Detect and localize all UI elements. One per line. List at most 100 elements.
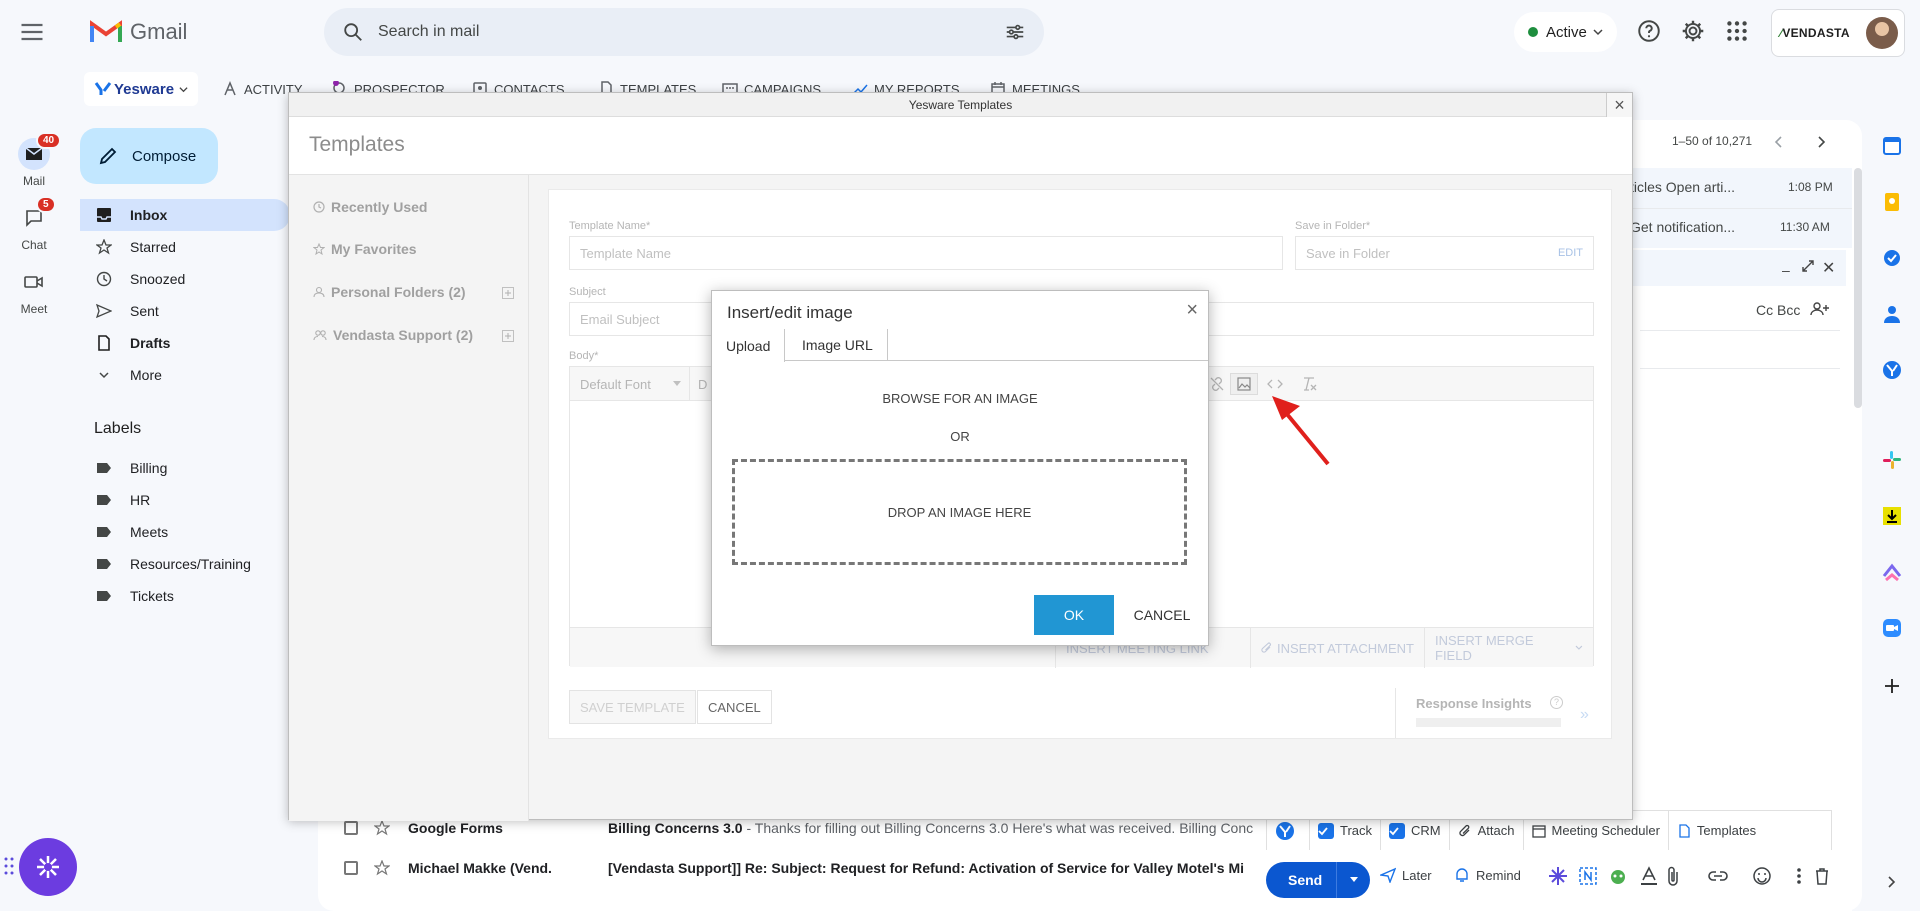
font-select[interactable]: Default Font (570, 367, 690, 401)
font-size-select[interactable]: D (698, 367, 707, 401)
tab-image-url[interactable]: Image URL (788, 329, 888, 361)
track-checkbox[interactable] (1318, 822, 1334, 839)
unlink-icon[interactable] (1208, 375, 1226, 393)
help-icon[interactable] (1636, 18, 1662, 44)
yesware-brand: Yesware (114, 80, 175, 98)
prev-page-icon[interactable] (1772, 134, 1786, 150)
ok-button[interactable]: OK (1034, 595, 1114, 635)
download-icon[interactable] (1882, 506, 1906, 530)
search-input[interactable]: Search in mail (378, 23, 1004, 41)
calendar-icon[interactable] (1882, 136, 1906, 160)
link-icon[interactable] (1708, 868, 1728, 884)
template-name-input[interactable]: Template Name (569, 236, 1283, 270)
add-folder-icon[interactable] (502, 287, 514, 299)
label-billing[interactable]: Billing (80, 452, 290, 484)
code-view-icon[interactable] (1266, 375, 1284, 393)
crm-checkbox[interactable] (1389, 822, 1406, 839)
gear-icon[interactable] (1680, 18, 1706, 44)
ai-assist-icon[interactable] (1548, 866, 1568, 886)
star-icon[interactable] (374, 820, 390, 836)
mail-row[interactable]: Michael Makke (Vend. [Vendasta Support]]… (330, 849, 1260, 887)
expand-insights-icon[interactable]: » (1580, 706, 1589, 724)
grammarly-icon[interactable] (1608, 866, 1628, 886)
add-recipients-icon[interactable] (1810, 301, 1830, 317)
nav-drafts[interactable]: Drafts (80, 327, 290, 359)
scrollbar[interactable] (1854, 168, 1862, 408)
clickup-icon[interactable] (1882, 562, 1906, 586)
search-icon[interactable] (342, 21, 364, 43)
label-resources-training[interactable]: Resources/Training (80, 548, 290, 580)
minimize-icon[interactable]: – (1782, 262, 1790, 278)
sidebar-vendasta-support[interactable]: Vendasta Support (2) (313, 327, 473, 343)
send-button[interactable]: Send (1266, 862, 1345, 898)
nav-more[interactable]: More (80, 359, 290, 391)
rail-meet[interactable]: Meet (6, 266, 62, 316)
slack-icon[interactable] (1882, 450, 1906, 474)
chevron-down-icon (673, 381, 681, 386)
format-text-icon[interactable] (1640, 866, 1658, 886)
sidebar-my-favorites[interactable]: My Favorites (313, 241, 417, 257)
keep-icon[interactable] (1882, 192, 1906, 216)
apps-grid-icon[interactable] (1724, 18, 1750, 44)
image-drop-zone[interactable]: DROP AN IMAGE HERE (732, 459, 1187, 565)
main-menu-icon[interactable] (18, 18, 50, 46)
rail-mail[interactable]: 40 Mail (6, 132, 62, 188)
trash-icon[interactable] (1814, 866, 1830, 886)
insert-attachment-button[interactable]: INSERT ATTACHMENT (1250, 628, 1424, 668)
drag-handle-icon[interactable] (4, 856, 14, 876)
browse-for-image-button[interactable]: BROWSE FOR AN IMAGE (712, 391, 1208, 406)
assistant-launcher-button[interactable] (19, 838, 77, 896)
label-meets[interactable]: Meets (80, 516, 290, 548)
row-checkbox[interactable] (344, 821, 358, 835)
cancel-button[interactable]: CANCEL (1124, 595, 1200, 635)
next-page-icon[interactable] (1814, 134, 1828, 150)
nav-snoozed[interactable]: Snoozed (80, 263, 290, 295)
emoji-icon[interactable] (1752, 866, 1772, 886)
add-addon-icon[interactable] (1882, 676, 1906, 700)
row-checkbox[interactable] (344, 861, 358, 875)
info-icon[interactable]: ? (1550, 696, 1563, 709)
avatar[interactable] (1866, 17, 1898, 49)
chevron-right-icon[interactable] (1882, 872, 1906, 896)
contacts-icon[interactable] (1882, 304, 1906, 328)
close-icon[interactable]: ✕ (1822, 258, 1835, 278)
tasks-icon[interactable] (1882, 248, 1906, 272)
paperclip-icon[interactable] (1666, 866, 1680, 886)
account-switcher[interactable]: ⁄VENDASTA (1771, 9, 1905, 57)
search-options-icon[interactable] (1004, 21, 1026, 43)
yesware-menu-button[interactable]: Yesware (84, 72, 199, 106)
expand-icon[interactable] (1802, 260, 1814, 272)
modal-close-button[interactable]: × (1606, 93, 1632, 117)
remind-button[interactable]: Remind (1454, 867, 1521, 883)
rail-chat[interactable]: 5 Chat (6, 196, 62, 252)
status-selector[interactable]: Active (1514, 12, 1617, 52)
add-folder-icon[interactable] (502, 330, 514, 342)
more-options-icon[interactable] (1796, 866, 1802, 886)
label-hr[interactable]: HR (80, 484, 290, 516)
save-template-button[interactable]: SAVE TEMPLATE (569, 690, 696, 724)
insert-image-icon[interactable] (1230, 373, 1258, 395)
tab-upload[interactable]: Upload (712, 329, 786, 362)
search-bar[interactable]: Search in mail (324, 8, 1044, 56)
dialog-close-button[interactable]: × (1186, 299, 1198, 322)
nav-inbox[interactable]: Inbox 4 (80, 199, 296, 231)
templates-button[interactable]: Templates (1669, 811, 1764, 850)
cancel-template-button[interactable]: CANCEL (697, 690, 772, 724)
edit-folder-link[interactable]: EDIT (1558, 247, 1583, 259)
clear-formatting-icon[interactable] (1300, 375, 1318, 393)
yesware-icon[interactable] (1882, 360, 1906, 384)
sidebar-personal-folders[interactable]: Personal Folders (2) (313, 284, 466, 300)
insert-merge-field-button[interactable]: INSERT MERGE FIELD (1424, 628, 1593, 668)
nav-starred[interactable]: Starred (80, 231, 290, 263)
sidebar-recently-used[interactable]: Recently Used (313, 199, 427, 215)
gmail-logo[interactable]: Gmail (90, 18, 187, 46)
star-icon[interactable] (374, 860, 390, 876)
nav-sent[interactable]: Sent (80, 295, 290, 327)
zoom-icon[interactable] (1882, 618, 1906, 642)
send-later-button[interactable]: Later (1380, 867, 1432, 883)
label-tickets[interactable]: Tickets (80, 580, 290, 612)
cc-bcc-toggle[interactable]: Cc Bcc (1756, 302, 1800, 318)
notion-icon[interactable] (1578, 866, 1598, 886)
compose-button[interactable]: Compose (80, 128, 218, 184)
save-folder-input[interactable]: Save in Folder EDIT (1295, 236, 1594, 270)
